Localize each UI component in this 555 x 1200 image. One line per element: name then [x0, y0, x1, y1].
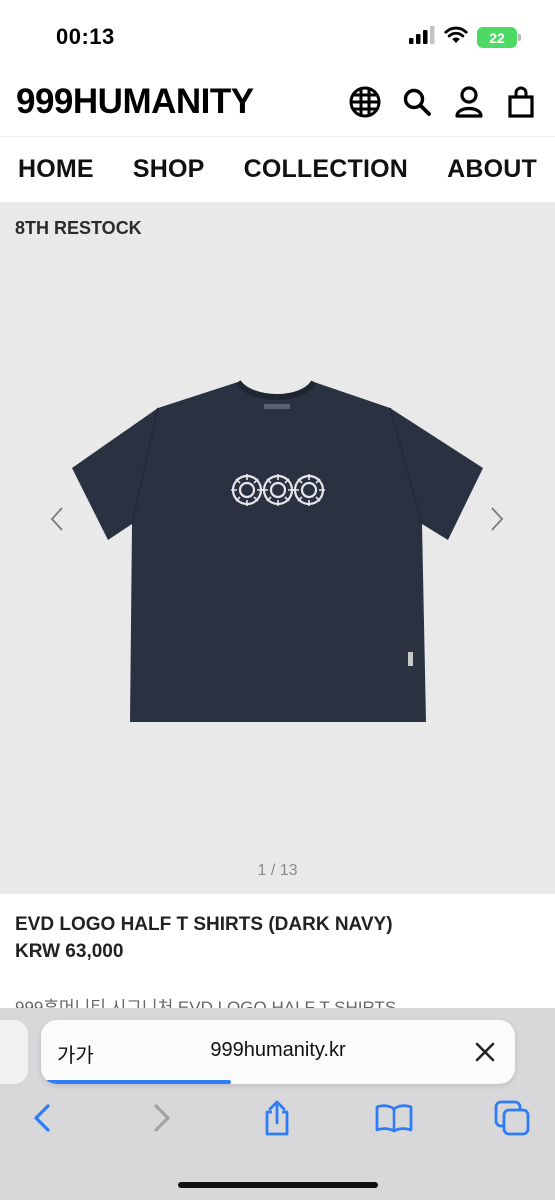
browser-toolbar [0, 1098, 555, 1142]
share-icon[interactable] [257, 1098, 297, 1138]
stop-loading-icon[interactable] [473, 1040, 497, 1064]
product-description: 999휴머니티 시그니처 EVD LOGO HALF T SHIRTS [15, 998, 397, 1008]
home-indicator [178, 1182, 378, 1188]
image-counter: 1 / 13 [257, 862, 298, 879]
previous-tab-card[interactable] [0, 1020, 28, 1084]
chevron-right-icon [491, 507, 504, 531]
browser-bottom-bar: 가가 999humanity.kr [0, 1008, 555, 1200]
carousel-next-button[interactable] [485, 504, 509, 534]
tabs-icon[interactable] [492, 1098, 532, 1138]
product-name: EVD LOGO HALF T SHIRTS (DARK NAVY) [15, 914, 393, 935]
wifi-icon [444, 26, 468, 49]
product-image-carousel[interactable]: 8TH RESTOCK 1 / 13 [0, 202, 555, 894]
product-image [70, 378, 485, 729]
search-icon[interactable] [399, 84, 435, 120]
bag-icon[interactable] [503, 84, 539, 120]
battery-indicator: 22 [477, 27, 521, 48]
site-header: 999HUMANITY [0, 70, 555, 136]
header-icons [347, 84, 539, 120]
address-bar[interactable]: 가가 999humanity.kr [41, 1020, 515, 1084]
nav-about[interactable]: ABOUT [447, 155, 537, 184]
status-time: 00:13 [56, 24, 115, 49]
status-icons: 22 [409, 26, 521, 49]
user-icon[interactable] [451, 84, 487, 120]
restock-badge: 8TH RESTOCK [15, 218, 142, 238]
site-logo[interactable]: 999HUMANITY [16, 82, 254, 122]
globe-icon[interactable] [347, 84, 383, 120]
carousel-prev-button[interactable] [45, 504, 69, 534]
status-bar: 00:13 22 [0, 0, 555, 70]
nav-home[interactable]: HOME [18, 155, 94, 184]
back-icon[interactable] [22, 1098, 62, 1138]
chevron-left-icon [50, 507, 63, 531]
page-load-progress [45, 1080, 231, 1084]
cellular-signal-icon [409, 26, 435, 49]
bookmarks-icon[interactable] [374, 1098, 414, 1138]
url-text[interactable]: 999humanity.kr [41, 1039, 515, 1062]
nav-shop[interactable]: SHOP [133, 155, 205, 184]
product-price: KRW 63,000 [15, 941, 124, 962]
main-nav: HOME SHOP COLLECTION ABOUT [0, 136, 555, 202]
forward-icon[interactable] [142, 1098, 182, 1138]
nav-collection[interactable]: COLLECTION [244, 155, 409, 184]
